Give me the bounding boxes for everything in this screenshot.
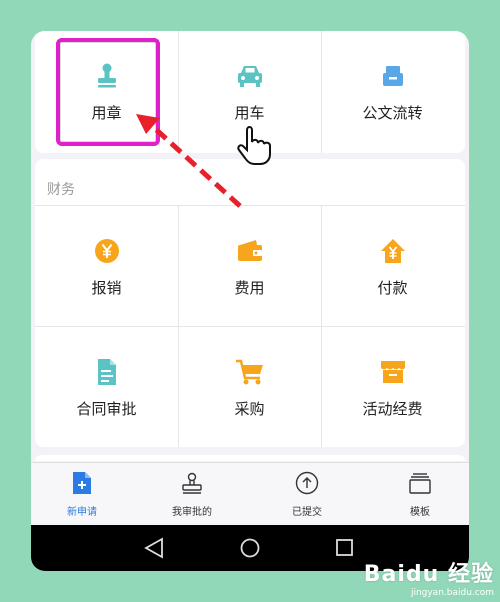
section-title: 财务 — [47, 182, 75, 198]
app-tile-label: 付款 — [377, 278, 408, 297]
yen-coin-icon — [91, 235, 123, 267]
app-tile-contract-approval[interactable]: 合同审批 — [35, 327, 178, 447]
wallet-icon — [234, 235, 266, 267]
new-document-icon — [72, 471, 92, 499]
tutorial-highlight-frame — [56, 38, 160, 146]
app-tile-activity-funds[interactable]: 活动经费 — [321, 327, 464, 447]
tab-label: 新申请 — [67, 507, 97, 518]
app-tile-label: 活动经费 — [362, 399, 423, 418]
app-tile-label: 报销 — [91, 278, 122, 297]
app-tile-payment[interactable]: 付款 — [321, 206, 464, 326]
recents-square-icon[interactable] — [336, 539, 353, 556]
app-tile-label: 合同审批 — [76, 399, 137, 418]
tab-label: 模板 — [410, 507, 430, 518]
app-tile-label: 费用 — [234, 278, 265, 297]
home-circle-icon[interactable] — [240, 538, 260, 558]
shopping-cart-icon — [234, 356, 266, 388]
app-tile-expense[interactable]: 费用 — [178, 206, 321, 326]
tab-label: 我审批的 — [172, 507, 212, 518]
app-tile-reimbursement[interactable]: 报销 — [35, 206, 178, 326]
shop-icon — [377, 356, 409, 388]
watermark-url: jingyan.baidu.com — [410, 588, 494, 598]
app-tile-label: 公文流转 — [362, 103, 423, 122]
contract-document-icon — [91, 356, 123, 388]
car-icon — [234, 60, 266, 92]
next-card-edge — [35, 455, 465, 461]
back-triangle-icon[interactable] — [144, 537, 163, 559]
baidu-watermark: Baidu 经验 jingyan.baidu.com — [364, 556, 494, 598]
tab-my-approvals[interactable]: 我审批的 — [137, 471, 247, 518]
yen-house-icon — [377, 235, 409, 267]
app-tile-purchase[interactable]: 采购 — [178, 327, 321, 447]
finance-card: 财务 报销 费用 付款 合同审批 采购 活动经费 — [35, 159, 465, 447]
app-tile-document-flow[interactable]: 公文流转 — [321, 31, 464, 151]
app-tile-label: 用车 — [234, 103, 265, 122]
tab-submitted[interactable]: 已提交 — [252, 471, 362, 518]
stamp-outline-icon — [180, 471, 204, 499]
app-tile-car[interactable]: 用车 — [178, 31, 321, 151]
bottom-tab-bar: 新申请 我审批的 已提交 模板 — [31, 462, 469, 523]
tab-templates[interactable]: 模板 — [365, 471, 469, 518]
template-stack-icon — [408, 471, 432, 499]
arrow-up-circle-icon — [295, 471, 319, 499]
tab-new-application[interactable]: 新申请 — [31, 471, 137, 518]
document-tray-icon — [377, 60, 409, 92]
tab-label: 已提交 — [292, 507, 322, 518]
watermark-logo: Baidu 经验 — [363, 562, 494, 587]
app-tile-label: 采购 — [234, 399, 265, 418]
